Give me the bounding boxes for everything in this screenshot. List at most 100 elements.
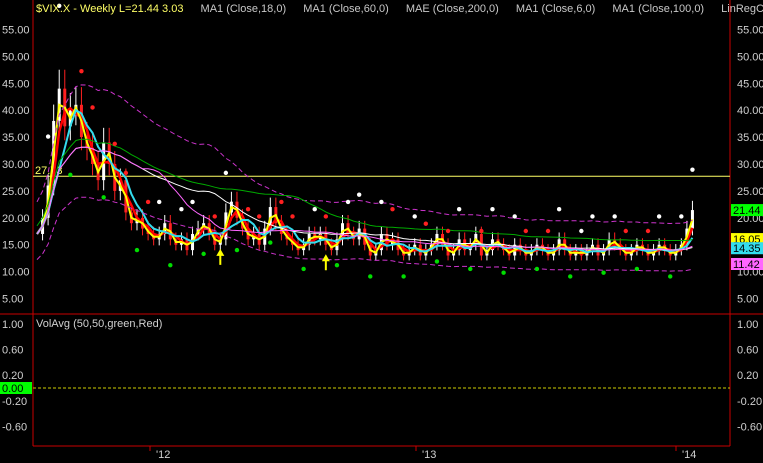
sar-dot <box>68 172 73 177</box>
x-tick-label: '14 <box>682 449 696 461</box>
study-mae-label: MAE (Close,200,0) <box>405 3 499 15</box>
sar-dot <box>556 207 562 212</box>
sar-dot <box>345 199 351 205</box>
sar-dot <box>612 214 617 219</box>
volume-tick-left: 1.00 <box>2 319 23 331</box>
price-tick-left: 30.00 <box>2 159 30 171</box>
symbol-info: $VIX.X - Weekly L=21.44 3.03 <box>36 3 184 15</box>
sar-dot <box>468 266 473 272</box>
volume-tick-right: -0.20 <box>737 396 762 408</box>
price-tick-right: 35.00 <box>737 132 763 144</box>
sar-dot <box>45 134 51 139</box>
sar-dot <box>545 228 551 234</box>
price-tick-left: 20.00 <box>2 213 30 225</box>
sar-dot <box>412 214 417 219</box>
sar-dot <box>423 221 429 226</box>
volume-tick-left: -0.20 <box>2 396 27 408</box>
sar-dot <box>245 207 251 212</box>
sar-dot <box>145 199 151 205</box>
sar-dot <box>512 214 517 219</box>
price-tick-left: 25.00 <box>2 186 30 198</box>
price-tick-left: 5.00 <box>2 294 23 306</box>
price-tick-left: 40.00 <box>2 105 30 117</box>
price-tick-left: 45.00 <box>2 78 30 90</box>
sar-dot <box>523 228 529 234</box>
sar-dot <box>190 199 195 205</box>
sar-dot <box>679 214 684 219</box>
volume-tick-right: -0.60 <box>737 421 762 433</box>
price-tick-right: 5.00 <box>737 294 758 306</box>
sar-dot <box>601 270 606 275</box>
price-tick-right: 45.00 <box>737 78 763 90</box>
price-tick-right: 40.00 <box>737 105 763 117</box>
volume-tick-right: 0.20 <box>737 370 758 382</box>
sar-dot <box>390 207 395 212</box>
sar-dot <box>445 228 451 234</box>
sar-dot <box>223 170 229 176</box>
sar-dot <box>168 262 173 268</box>
sar-dot <box>356 192 362 197</box>
volume-header: VolAvg (50,50,green,Red) <box>36 318 163 330</box>
sar-dot <box>501 270 506 275</box>
volume-tick-left: -0.60 <box>2 421 27 433</box>
volume-tick-right: 1.00 <box>737 319 758 331</box>
sar-dot <box>201 251 206 257</box>
sar-dot <box>568 274 573 279</box>
study-ma18-label: MA1 (Close,18,0) <box>200 3 287 15</box>
sar-dot <box>256 214 262 219</box>
sar-dot <box>456 207 462 212</box>
sar-dot <box>434 259 440 264</box>
sar-dot <box>623 228 628 234</box>
sar-dot <box>134 247 140 253</box>
sar-dot <box>323 214 329 219</box>
price-tick-right: 30.00 <box>737 159 763 171</box>
sar-dot <box>234 247 240 253</box>
value-tag-label: 14.35 <box>733 243 761 255</box>
sar-dot <box>656 214 662 219</box>
sar-dot <box>579 228 584 234</box>
sar-dot <box>179 207 184 212</box>
sar-dot <box>279 199 284 205</box>
volume-zero-label: 0.00 <box>2 383 23 395</box>
sar-dot <box>534 266 540 272</box>
study-ma100-label: MA1 (Close,100,0) <box>612 3 705 15</box>
buy-arrow-head <box>216 248 225 256</box>
sar-dot <box>301 266 306 272</box>
sar-dot <box>368 274 373 279</box>
price-tick-left: 55.00 <box>2 24 30 36</box>
price-tick-left: 35.00 <box>2 132 30 144</box>
sar-dot <box>212 214 217 219</box>
sar-dot <box>101 195 106 200</box>
price-tick-right: 55.00 <box>737 24 763 36</box>
sar-dot <box>268 240 273 245</box>
sar-dot <box>157 199 162 205</box>
volume-tick-left: 0.60 <box>2 345 23 357</box>
sar-dot <box>379 199 384 205</box>
sar-dot <box>90 105 95 110</box>
value-tag-label: 11.42 <box>733 259 760 271</box>
study-linreg-label: LinRegCurv ... <box>721 3 763 15</box>
sar-dot <box>490 207 495 212</box>
value-tag-label: 21.44 <box>733 205 761 217</box>
sar-dot <box>590 214 595 219</box>
sar-dot <box>290 214 295 219</box>
sar-dot <box>634 266 640 272</box>
price-tick-right: 25.00 <box>737 186 763 198</box>
price-tick-right: 50.00 <box>737 51 763 63</box>
sar-dot <box>401 274 406 279</box>
sar-dot <box>479 228 484 234</box>
sar-dot <box>645 228 651 234</box>
study-ma6-label: MA1 (Close,6,0) <box>515 3 596 15</box>
sar-dot <box>690 167 695 172</box>
sar-dot <box>668 274 673 279</box>
volume-tick-left: 0.20 <box>2 370 23 382</box>
price-tick-left: 50.00 <box>2 51 30 63</box>
sar-dot <box>123 170 129 176</box>
study-ma60-label: MA1 (Close,60,0) <box>303 3 389 15</box>
x-tick-label: '12 <box>156 449 170 461</box>
sar-dot <box>334 262 340 268</box>
buy-arrow-head <box>321 254 330 262</box>
x-tick-label: '13 <box>422 449 436 461</box>
price-chart[interactable]: 55.00 55.00 50.00 50.00 45.00 45.00 40.00 40.00… <box>0 0 763 463</box>
price-tick-left: 10.00 <box>2 267 30 279</box>
